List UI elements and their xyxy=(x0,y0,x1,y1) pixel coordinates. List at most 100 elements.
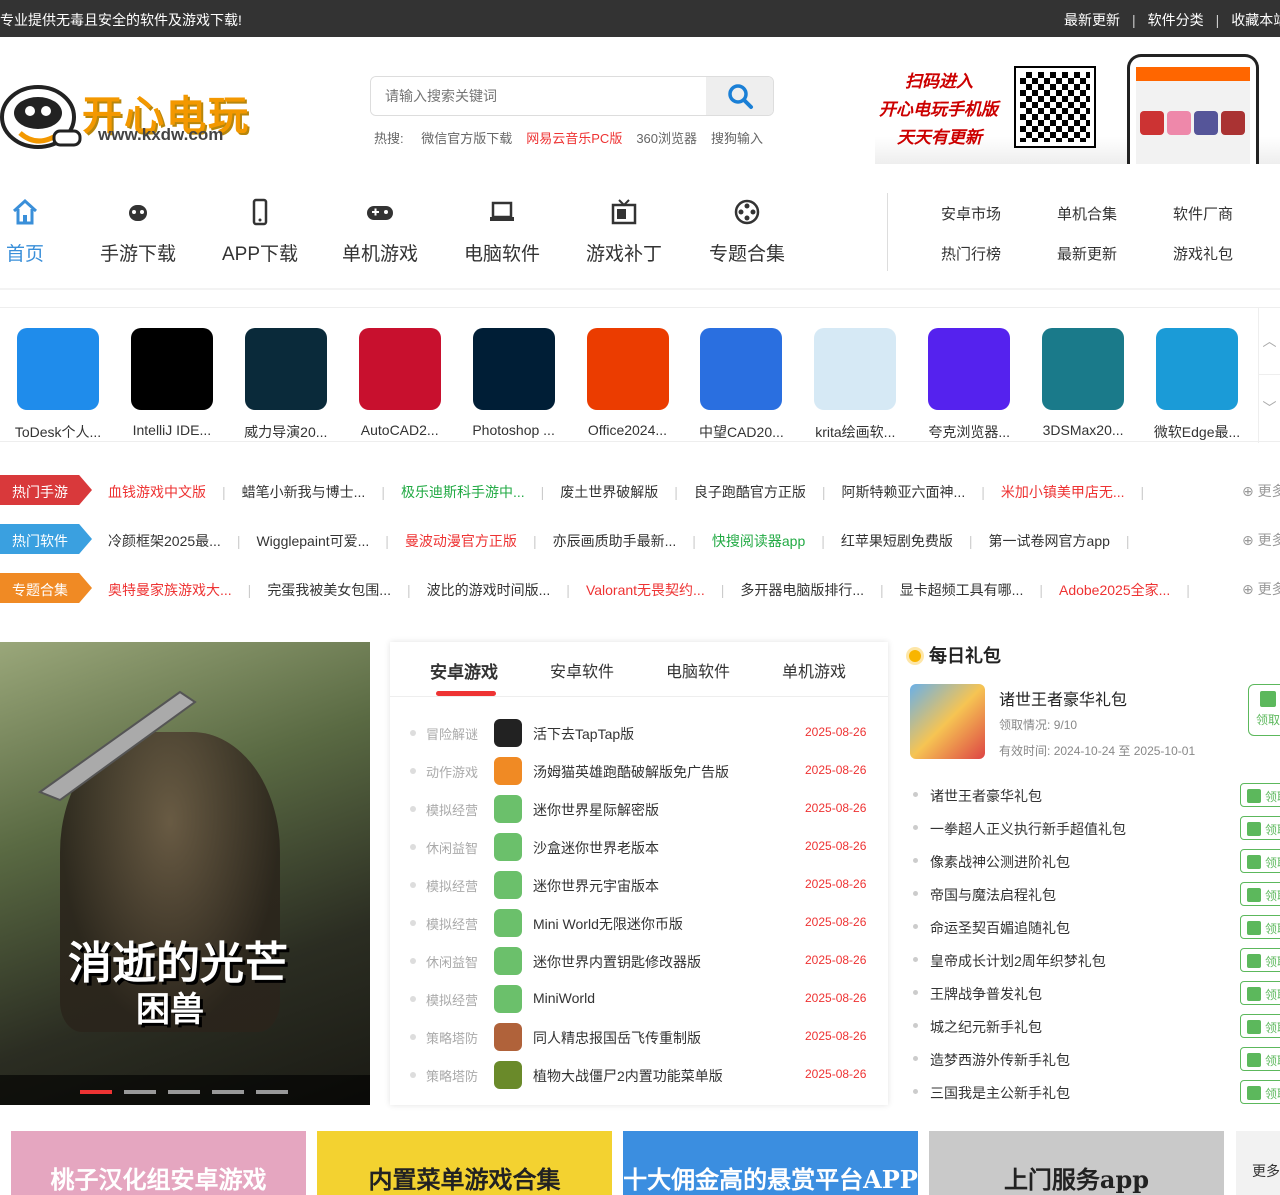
scroll-up-icon[interactable]: ︿ xyxy=(1259,308,1280,375)
list-tab[interactable]: 单机游戏 xyxy=(782,658,846,682)
tag-link[interactable]: 奥特曼家族游戏大... xyxy=(108,580,232,600)
top-link-latest[interactable]: 最新更新 xyxy=(1064,10,1120,30)
gift-row[interactable]: 一拳超人正义执行新手超值礼包 领取 xyxy=(910,813,1280,846)
top-link-bookmark[interactable]: 收藏本站 xyxy=(1231,10,1280,30)
promo-card[interactable]: 上门服务app xyxy=(929,1131,1224,1195)
nav-item[interactable]: 游戏补丁 xyxy=(586,197,662,266)
nav-sub-link[interactable]: 最新更新 xyxy=(1057,243,1117,264)
list-row[interactable]: 模拟经营 MiniWorld 2025-08-26 xyxy=(390,981,888,1019)
more-link[interactable]: ⊕ 更多 xyxy=(1242,579,1280,599)
tag-link[interactable]: Valorant无畏契约... xyxy=(586,580,705,600)
list-row[interactable]: 模拟经营 迷你世界元宇宙版本 2025-08-26 xyxy=(390,867,888,905)
promo-card[interactable]: 内置菜单游戏合集 xyxy=(317,1131,612,1195)
row-name[interactable]: 植物大战僵尸2内置功能菜单版 xyxy=(533,1066,723,1086)
claim-button[interactable]: 领取 xyxy=(1240,981,1280,1005)
tag-link[interactable]: 血钱游戏中文版 xyxy=(108,482,206,502)
gift-row[interactable]: 王牌战争普发礼包 领取 xyxy=(910,978,1280,1011)
tag-link[interactable]: 显卡超频工具有哪... xyxy=(900,580,1024,600)
more-link[interactable]: ⊕ 更多 xyxy=(1242,530,1280,550)
more-link[interactable]: ⊕ 更多 xyxy=(1242,481,1280,501)
app-card[interactable]: krita绘画软... xyxy=(798,328,912,442)
row-name[interactable]: Mini World无限迷你币版 xyxy=(533,914,683,934)
claim-button[interactable]: 领取 xyxy=(1240,1080,1280,1104)
row-name[interactable]: 活下去TapTap版 xyxy=(533,724,634,744)
gift-row[interactable]: 城之纪元新手礼包 领取 xyxy=(910,1011,1280,1044)
tag-link[interactable]: 米加小镇美甲店无... xyxy=(1001,482,1125,502)
tag-link[interactable]: 良子跑酷官方正版 xyxy=(694,482,806,502)
promos-more-button[interactable]: 更多 xyxy=(1236,1131,1280,1195)
row-name[interactable]: 汤姆猫英雄跑酷破解版免广告版 xyxy=(533,762,729,782)
list-tab[interactable]: 安卓游戏 xyxy=(430,658,498,683)
claim-button[interactable]: 领取 xyxy=(1240,816,1280,840)
promo-card[interactable]: 十大佣金高的悬赏平台APP xyxy=(623,1131,918,1195)
claim-button[interactable]: 领取 xyxy=(1240,849,1280,873)
nav-item[interactable]: 手游下载 xyxy=(100,197,176,266)
claim-button[interactable]: 领取 xyxy=(1240,1047,1280,1071)
nav-sub-link[interactable]: 热门行榜 xyxy=(941,243,1001,264)
claim-button[interactable]: 领取 xyxy=(1240,783,1280,807)
tag-link[interactable]: Adobe2025全家... xyxy=(1059,580,1170,600)
row-name[interactable]: 迷你世界元宇宙版本 xyxy=(533,876,659,896)
row-name[interactable]: 同人精忠报国岳飞传重制版 xyxy=(533,1028,701,1048)
app-card[interactable]: Photoshop ... xyxy=(457,328,571,438)
list-row[interactable]: 模拟经营 迷你世界星际解密版 2025-08-26 xyxy=(390,791,888,829)
claim-button[interactable]: 领取 xyxy=(1240,1014,1280,1038)
hero-banner[interactable]: 消逝的光芒 困兽 xyxy=(0,642,370,1105)
nav-item[interactable]: 电脑软件 xyxy=(464,197,540,266)
app-card[interactable]: ToDesk个人... xyxy=(1,328,115,442)
row-name[interactable]: 沙盒迷你世界老版本 xyxy=(533,838,659,858)
tag-link[interactable]: Wigglepaint可爱... xyxy=(256,531,369,551)
app-card[interactable]: IntelliJ IDE... xyxy=(115,328,229,438)
hot-search-link[interactable]: 微信官方版下载 xyxy=(421,131,512,146)
gift-row[interactable]: 诸世王者豪华礼包 领取 xyxy=(910,780,1280,813)
gift-row[interactable]: 命运圣契百媚追随礼包 领取 xyxy=(910,912,1280,945)
row-name[interactable]: 迷你世界星际解密版 xyxy=(533,800,659,820)
tag-link[interactable]: 阿斯特赖亚六面神... xyxy=(842,482,966,502)
row-name[interactable]: MiniWorld xyxy=(533,990,595,1006)
nav-sub-link[interactable]: 安卓市场 xyxy=(941,203,1001,224)
featured-claim-button[interactable]: 领取 xyxy=(1248,684,1280,736)
banner-dot[interactable] xyxy=(124,1090,156,1094)
app-card[interactable]: Office2024... xyxy=(571,328,685,438)
nav-item[interactable]: 首页 xyxy=(6,197,44,266)
nav-sub-link[interactable]: 游戏礼包 xyxy=(1173,243,1233,264)
row-name[interactable]: 迷你世界内置钥匙修改器版 xyxy=(533,952,701,972)
list-tab[interactable]: 安卓软件 xyxy=(550,658,614,682)
tag-link[interactable]: 废土世界破解版 xyxy=(560,482,658,502)
list-row[interactable]: 策略塔防 同人精忠报国岳飞传重制版 2025-08-26 xyxy=(390,1019,888,1057)
nav-item[interactable]: 专题合集 xyxy=(709,197,785,266)
app-card[interactable]: AutoCAD2... xyxy=(343,328,457,438)
app-card[interactable]: 威力导演20... xyxy=(229,328,343,442)
scroll-down-icon[interactable]: ﹀ xyxy=(1259,375,1280,442)
list-row[interactable]: 休闲益智 迷你世界内置钥匙修改器版 2025-08-26 xyxy=(390,943,888,981)
tag-link[interactable]: 极乐迪斯科手游中... xyxy=(401,482,525,502)
banner-dot[interactable] xyxy=(256,1090,288,1094)
nav-sub-link[interactable]: 软件厂商 xyxy=(1173,203,1233,224)
tag-link[interactable]: 曼波动漫官方正版 xyxy=(405,531,517,551)
banner-dot[interactable] xyxy=(80,1090,112,1094)
nav-item[interactable]: 单机游戏 xyxy=(342,197,418,266)
search-button[interactable] xyxy=(706,77,773,115)
list-row[interactable]: 休闲益智 沙盒迷你世界老版本 2025-08-26 xyxy=(390,829,888,867)
tag-link[interactable]: 完蛋我被美女包围... xyxy=(267,580,391,600)
banner-dot[interactable] xyxy=(168,1090,200,1094)
list-row[interactable]: 动作游戏 汤姆猫英雄跑酷破解版免广告版 2025-08-26 xyxy=(390,753,888,791)
tag-link[interactable]: 亦辰画质助手最新... xyxy=(553,531,677,551)
top-link-categories[interactable]: 软件分类 xyxy=(1148,10,1204,30)
claim-button[interactable]: 领取 xyxy=(1240,882,1280,906)
gift-row[interactable]: 帝国与魔法启程礼包 领取 xyxy=(910,879,1280,912)
gift-row[interactable]: 三国我是主公新手礼包 领取 xyxy=(910,1077,1280,1110)
tag-link[interactable]: 波比的游戏时间版... xyxy=(427,580,551,600)
app-card[interactable]: 中望CAD20... xyxy=(684,328,798,442)
site-logo[interactable]: 开心电玩 www.kxdw.com xyxy=(0,75,260,155)
gift-row[interactable]: 皇帝成长计划2周年织梦礼包 领取 xyxy=(910,945,1280,978)
hot-search-link[interactable]: 搜狗输入 xyxy=(711,131,763,146)
tag-link[interactable]: 冷颜框架2025最... xyxy=(108,531,221,551)
app-card[interactable]: 3DSMax20... xyxy=(1026,328,1140,438)
gift-row[interactable]: 像素战神公测进阶礼包 领取 xyxy=(910,846,1280,879)
tag-link[interactable]: 多开器电脑版排行... xyxy=(740,580,864,600)
claim-button[interactable]: 领取 xyxy=(1240,915,1280,939)
tag-link[interactable]: 红苹果短剧免费版 xyxy=(841,531,953,551)
hot-search-link[interactable]: 360浏览器 xyxy=(636,131,697,146)
search-input[interactable] xyxy=(371,77,707,115)
